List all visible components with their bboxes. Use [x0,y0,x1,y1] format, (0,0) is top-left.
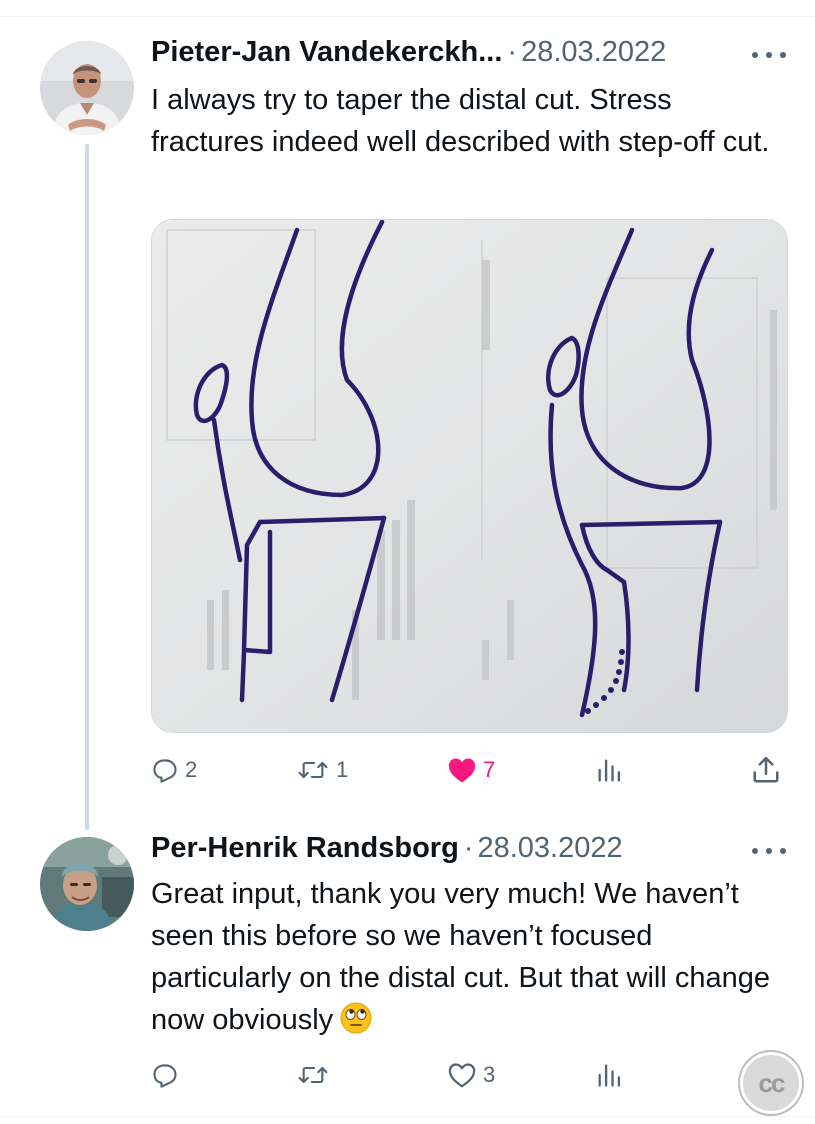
tweet-date[interactable]: 28.03.2022 [521,36,666,69]
avatar-photo-icon [40,837,134,931]
avatar[interactable] [40,41,134,135]
tweet-actions: 2 1 7 [151,752,791,788]
like-button[interactable]: 3 [447,1057,495,1093]
author-name[interactable]: Pieter-Jan Vandekerckh... [151,36,502,69]
retweet-button[interactable] [296,1057,336,1093]
like-count: 7 [483,757,496,782]
views-button[interactable] [595,752,623,788]
views-icon [598,759,621,782]
tweet-text: I always try to taper the distal cut. St… [151,84,770,158]
reply-button[interactable] [151,1057,185,1093]
tweet-header: Per-Henrik Randsborg · 28.03.2022 [151,832,623,868]
author-name[interactable]: Per-Henrik Randsborg [151,832,459,865]
tweet-header: Pieter-Jan Vandekerckh... · 28.03.2022 [151,36,666,72]
more-options-button[interactable] [752,845,786,857]
header-separator: · [463,832,474,864]
share-icon [753,756,779,783]
more-options-button[interactable] [752,49,786,61]
like-button[interactable]: 7 [447,752,495,788]
tweet-media-image[interactable] [151,219,788,733]
heart-icon [448,1063,476,1088]
views-button[interactable] [595,1057,623,1093]
retweet-button[interactable]: 1 [296,752,348,788]
more-icon-dot [766,52,772,58]
tweet-actions: 3 [151,1057,791,1093]
more-icon-dot [780,848,786,854]
reply-button[interactable]: 2 [151,752,197,788]
reply-icon [153,1064,177,1088]
more-icon-dot [766,848,772,854]
views-icon [598,1064,621,1087]
tweet-date[interactable]: 28.03.2022 [477,832,622,865]
more-icon-dot [752,52,758,58]
bottom-divider [0,1116,815,1117]
retweet-icon [298,761,328,779]
avatar-photo-icon [40,41,134,135]
header-separator: · [507,36,518,68]
cc-badge-label: cc [758,1067,786,1098]
retweet-icon [298,1066,328,1084]
more-icon-dot [752,848,758,854]
knee-osteotomy-sketch-icon [152,220,787,732]
rolling-eyes-emoji-icon [339,1001,373,1047]
tweet-text-content: Great input, thank you very much! We hav… [151,878,770,1036]
cc-badge-share-button[interactable]: cc [740,1052,802,1114]
share-button[interactable] [751,752,781,788]
thread-connector-line [85,144,89,830]
top-divider [0,16,815,17]
reply-count: 2 [185,757,198,782]
avatar[interactable] [40,837,134,931]
heart-icon [448,758,476,783]
retweet-count: 1 [336,757,349,782]
reply-icon [153,759,177,783]
like-count: 3 [483,1062,496,1087]
more-icon-dot [780,52,786,58]
tweet-text: Great input, thank you very much! We hav… [151,873,771,1047]
